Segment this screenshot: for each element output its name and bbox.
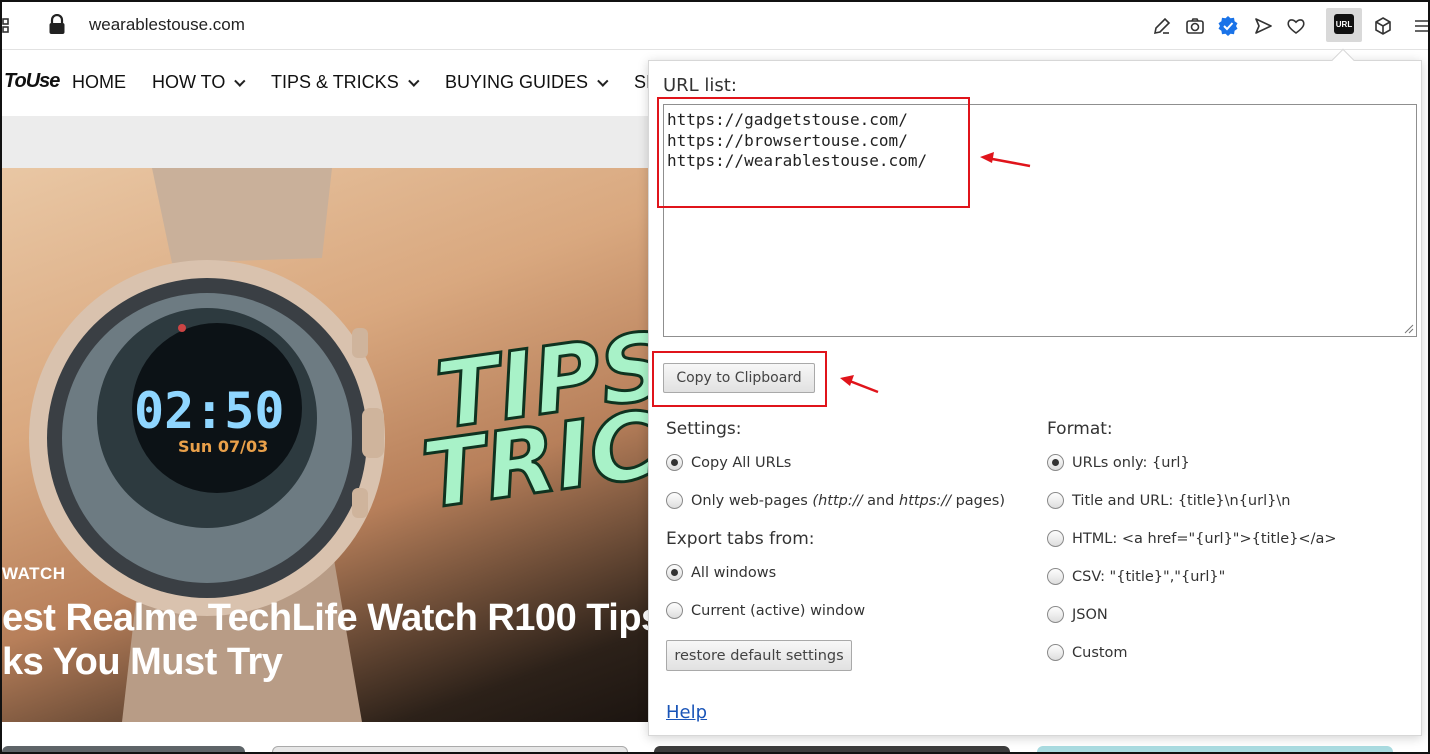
- annotation-arrows: [840, 152, 1031, 394]
- annotation-arrow-icon: [840, 375, 879, 394]
- screenshot-frame: wearablestouse.com URL ToUse HOME HOW TO: [0, 0, 1430, 754]
- annotation-arrow-icon: [980, 152, 1031, 168]
